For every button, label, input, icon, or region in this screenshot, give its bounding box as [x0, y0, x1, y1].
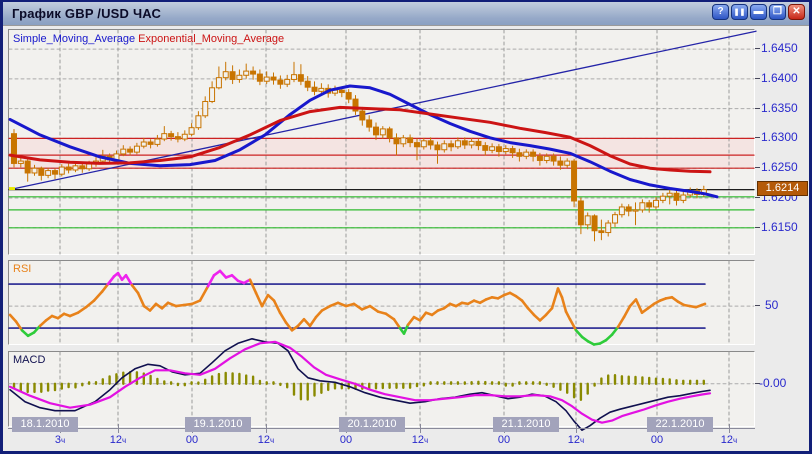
candlestick-chart[interactable]: [9, 30, 754, 254]
macd-panel[interactable]: MACD: [8, 351, 755, 427]
help-button[interactable]: ?: [712, 4, 729, 20]
legend-sma-label: Simple_Moving_Average: [13, 33, 135, 45]
rsi-chart[interactable]: [9, 261, 754, 344]
titlebar-buttons: ? ❚❚ ▬ ❐ ✕: [712, 4, 805, 20]
macd-chart[interactable]: [9, 352, 754, 426]
chart-window: График GBP /USD ЧАС ? ❚❚ ▬ ❐ ✕ Simple_Moving…: [0, 0, 812, 454]
macd-label: MACD: [13, 354, 45, 366]
chart-client-area: Simple_Moving_Average Exponential_Moving…: [3, 25, 809, 451]
chart-legend: Simple_Moving_Average Exponential_Moving…: [13, 33, 284, 45]
close-icon: ✕: [792, 6, 800, 17]
legend-ema-label: Exponential_Moving_Average: [138, 33, 284, 45]
window-titlebar[interactable]: График GBP /USD ЧАС ? ❚❚ ▬ ❐ ✕: [3, 2, 809, 25]
minimize-icon: ▬: [754, 6, 764, 17]
minimize-button[interactable]: ▬: [750, 4, 767, 20]
pause-button[interactable]: ❚❚: [731, 4, 748, 20]
restore-button[interactable]: ❐: [769, 4, 786, 20]
rsi-panel[interactable]: RSI: [8, 260, 755, 345]
close-button[interactable]: ✕: [788, 4, 805, 20]
question-icon: ?: [717, 6, 723, 17]
window-title: График GBP /USD ЧАС: [12, 6, 161, 21]
rsi-label: RSI: [13, 263, 31, 275]
price-chart-panel[interactable]: Simple_Moving_Average Exponential_Moving…: [8, 29, 755, 255]
restore-icon: ❐: [773, 6, 782, 17]
pause-icon: ❚❚: [734, 9, 746, 16]
